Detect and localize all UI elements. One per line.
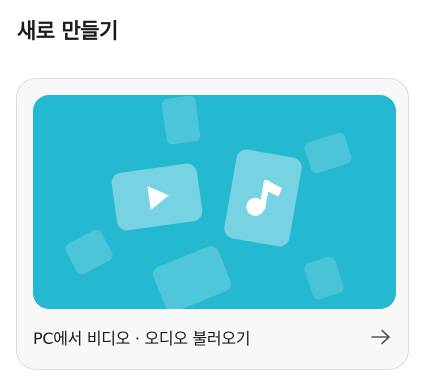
import-media-card[interactable]: PC에서 비디오 · 오디오 불러오기 [16, 78, 409, 370]
card-footer: PC에서 비디오 · 오디오 불러오기 [33, 319, 392, 355]
decorative-tile [161, 95, 201, 145]
card-label: PC에서 비디오 · 오디오 불러오기 [33, 329, 251, 348]
arrow-right-icon[interactable] [370, 326, 392, 348]
video-file-icon [111, 163, 203, 231]
section-title: 새로 만들기 [17, 19, 118, 43]
import-illustration [33, 95, 396, 309]
page: 새로 만들기 PC에서 비디오 · 오디오 불러오기 [0, 0, 422, 378]
